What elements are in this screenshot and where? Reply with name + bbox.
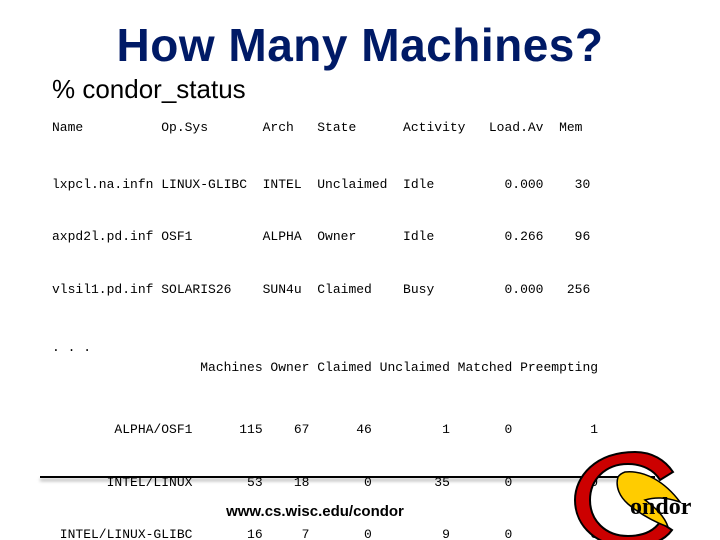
condor-logo: ondor <box>570 442 710 540</box>
logo-text: ondor <box>630 494 692 520</box>
command-line: % condor_status <box>52 74 720 105</box>
table-row: ALPHA/OSF1 115 67 46 1 0 1 <box>52 421 720 439</box>
footer-url: www.cs.wisc.edu/condor <box>0 503 630 520</box>
slide-title: How Many Machines? <box>40 18 680 72</box>
slide: How Many Machines? % condor_status Name … <box>0 18 720 540</box>
divider-line <box>40 476 655 478</box>
host-header-row: Name Op.Sys Arch State Activity Load.Av … <box>52 119 720 137</box>
ellipsis: . . . <box>52 340 720 355</box>
table-row: lxpcl.na.infn LINUX-GLIBC INTEL Unclaime… <box>52 176 720 194</box>
condor-logo-svg: ondor <box>570 442 710 540</box>
host-table: lxpcl.na.infn LINUX-GLIBC INTEL Unclaime… <box>52 141 720 334</box>
table-row: vlsil1.pd.inf SOLARIS26 SUN4u Claimed Bu… <box>52 281 720 299</box>
summary-header-row: Machines Owner Claimed Unclaimed Matched… <box>52 359 720 377</box>
table-row: axpd2l.pd.inf OSF1 ALPHA Owner Idle 0.26… <box>52 228 720 246</box>
